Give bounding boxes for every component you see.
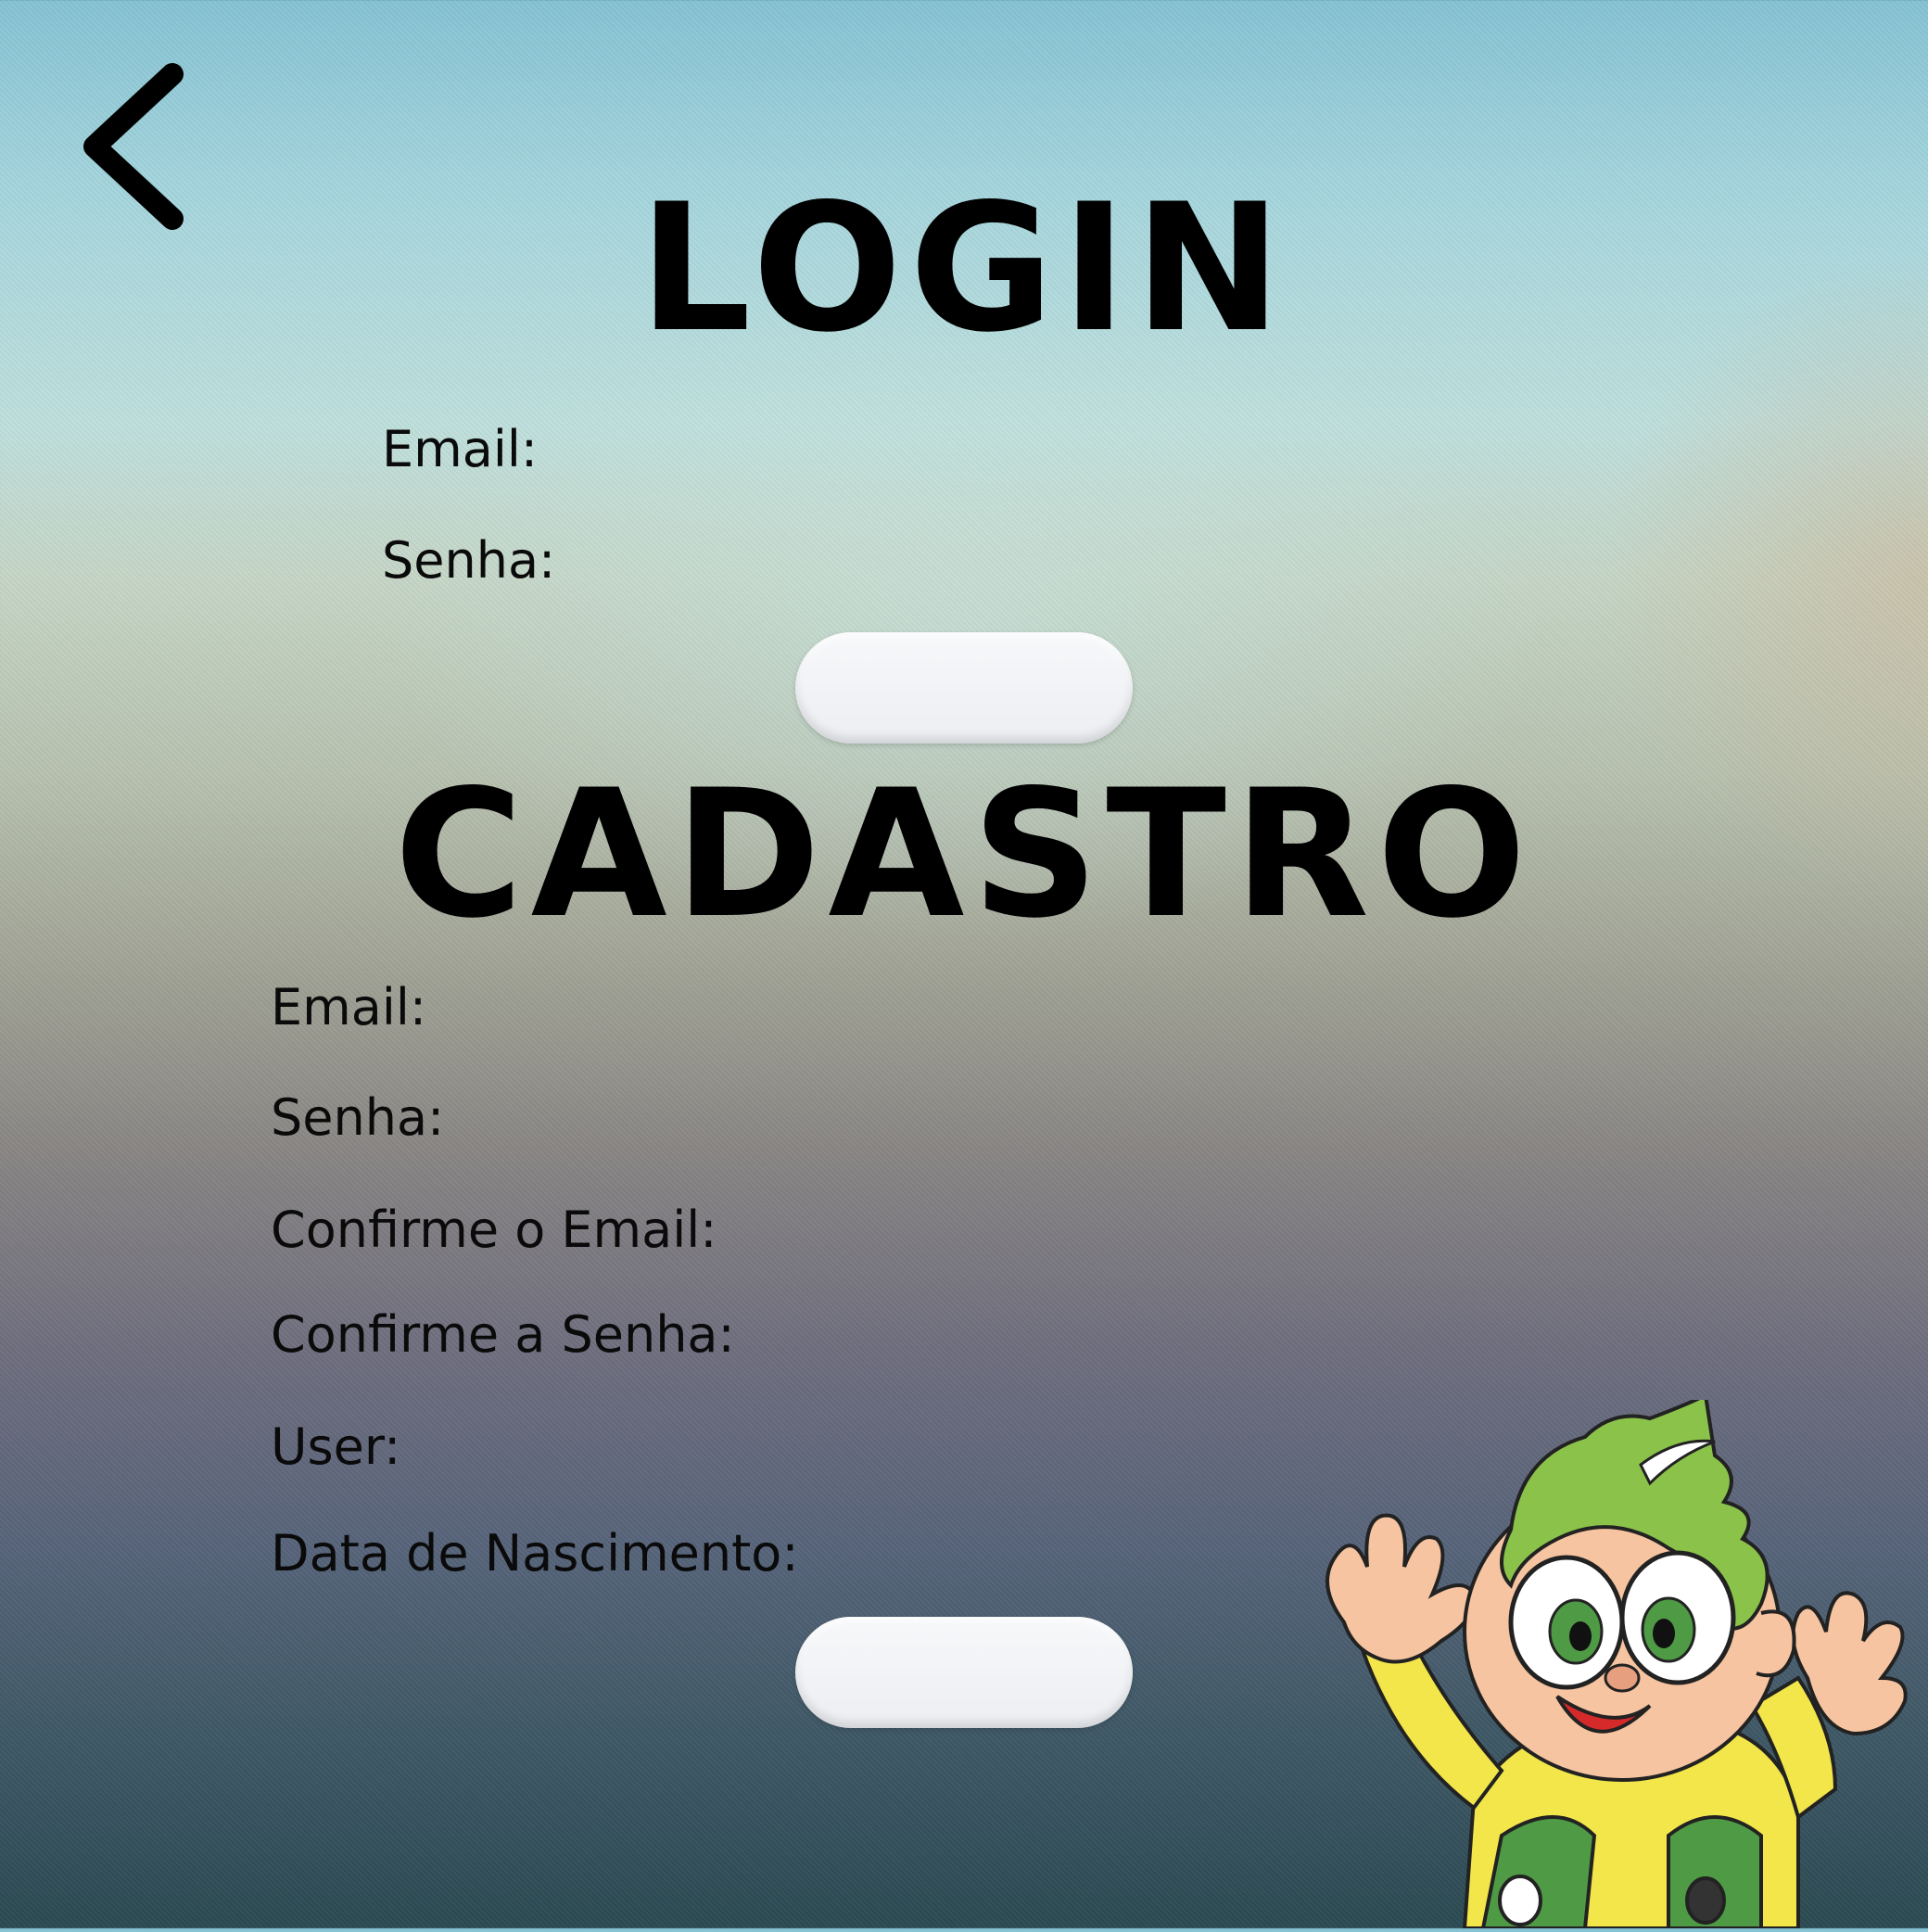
cartoon-boy-mascot-icon — [1326, 1392, 1908, 1930]
cadastro-email-label: Email: — [271, 978, 427, 1036]
cadastro-birthdate-label: Data de Nascimento: — [271, 1524, 799, 1582]
login-title: LOGIN — [639, 166, 1289, 371]
cadastro-submit-button[interactable] — [795, 1617, 1133, 1728]
login-submit-button[interactable] — [795, 632, 1133, 744]
cadastro-password-label: Senha: — [271, 1088, 445, 1147]
cadastro-confirm-email-label: Confirme o Email: — [271, 1201, 717, 1259]
login-email-label: Email: — [382, 420, 539, 478]
mascot-illustration — [1279, 1392, 1928, 1930]
cadastro-confirm-password-label: Confirme a Senha: — [271, 1305, 735, 1364]
cadastro-user-label: User: — [271, 1417, 401, 1476]
login-password-label: Senha: — [382, 531, 556, 590]
cadastro-title: CADASTRO — [394, 752, 1534, 957]
